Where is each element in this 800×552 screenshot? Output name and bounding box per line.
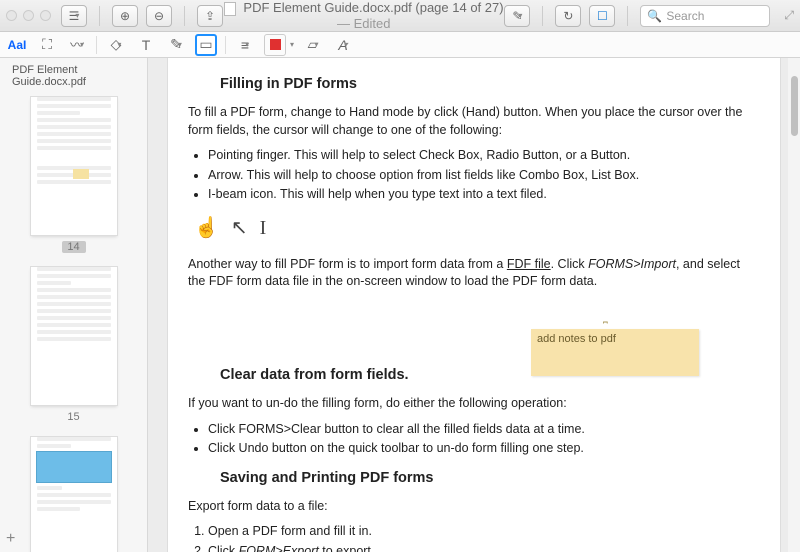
font-style-tool[interactable]: A▾: [332, 34, 354, 56]
markup-button[interactable]: ☐: [589, 5, 615, 27]
heading-filling: Filling in PDF forms: [220, 74, 756, 94]
page-content: Filling in PDF forms To fill a PDF form,…: [168, 58, 780, 552]
line-style-tool[interactable]: ≡▾: [234, 34, 256, 56]
highlight-button[interactable]: ✎▾: [504, 5, 530, 27]
window-controls: [6, 10, 51, 21]
list-item: Click Undo button on the quick toolbar t…: [208, 440, 756, 458]
note-tool[interactable]: ▭: [195, 34, 217, 56]
note-indicator-icon: [73, 169, 89, 179]
share-button[interactable]: ⇪: [197, 5, 223, 27]
window-titlebar: ☰▾ ⊕ ⊖ ⇪ PDF Element Guide.docx.pdf (pag…: [0, 0, 800, 32]
thumbnail-sidebar: PDF Element Guide.docx.pdf 14 15 +: [0, 58, 148, 552]
sign-tool[interactable]: ✎▾: [165, 34, 187, 56]
search-icon: 🔍: [647, 9, 662, 23]
scrollbar-thumb[interactable]: [791, 76, 798, 136]
list-item: Arrow. This will help to choose option f…: [208, 167, 756, 185]
cursor-list: Pointing finger. This will help to selec…: [208, 147, 756, 204]
thumbnail-page-16[interactable]: [31, 437, 117, 552]
page-number-15: 15: [8, 411, 139, 423]
sidebar-filename: PDF Element Guide.docx.pdf: [8, 62, 139, 94]
thumbnail-page-15[interactable]: [31, 267, 117, 405]
text-style-tool[interactable]: AaI: [6, 34, 28, 56]
page-number-14: 14: [62, 241, 86, 253]
clear-list: Click FORMS>Clear button to clear all th…: [208, 421, 756, 458]
rotate-button[interactable]: ↻: [555, 5, 581, 27]
note-anchor-icon: ⎴: [603, 321, 608, 336]
list-item: Pointing finger. This will help to selec…: [208, 147, 756, 165]
window-title: PDF Element Guide.docx.pdf (page 14 of 2…: [223, 0, 504, 31]
arrow-cursor-icon: ↖: [231, 214, 248, 242]
hand-cursor-icon: ☝: [194, 214, 219, 242]
edited-indicator: — Edited: [337, 16, 390, 31]
list-item: I-beam icon. This will help when you typ…: [208, 186, 756, 204]
sidebar-toggle-button[interactable]: ☰▾: [61, 5, 87, 27]
para-import: Another way to fill PDF form is to impor…: [188, 256, 756, 291]
list-item: Open a PDF form and fill it in.: [208, 523, 756, 541]
fullscreen-icon[interactable]: ⤢: [784, 8, 794, 23]
zoom-in-button[interactable]: ⊕: [112, 5, 138, 27]
annotation-toolbar: AaI ⛶ 〰▾ ◇▾ T ✎▾ ▭ ≡▾ ▾ ▱▾ A▾: [0, 32, 800, 58]
close-window-button[interactable]: [6, 10, 17, 21]
main-area: PDF Element Guide.docx.pdf 14 15 +: [0, 58, 800, 552]
search-placeholder: Search: [666, 9, 704, 23]
ibeam-cursor-icon: I: [260, 214, 267, 242]
sticky-note[interactable]: ⎴ add notes to pdf: [531, 329, 699, 376]
list-item: Click FORM>Export to export: [208, 543, 756, 552]
para-intro: To fill a PDF form, change to Hand mode …: [188, 104, 756, 139]
zoom-window-button[interactable]: [40, 10, 51, 21]
sketch-tool[interactable]: 〰▾: [66, 34, 88, 56]
para-export: Export form data to a file:: [188, 498, 756, 516]
shapes-tool[interactable]: ◇▾: [105, 34, 127, 56]
title-text: PDF Element Guide.docx.pdf (page 14 of 2…: [243, 0, 503, 15]
text-tool[interactable]: T: [135, 34, 157, 56]
cursor-icons: ☝ ↖ I: [194, 214, 756, 242]
select-tool[interactable]: ⛶: [36, 34, 58, 56]
document-viewport[interactable]: Filling in PDF forms To fill a PDF form,…: [148, 58, 800, 552]
zoom-out-button[interactable]: ⊖: [146, 5, 172, 27]
vertical-scrollbar[interactable]: [788, 58, 800, 552]
para-undo: If you want to un-do the filling form, d…: [188, 395, 756, 413]
minimize-window-button[interactable]: [23, 10, 34, 21]
border-color-tool[interactable]: [264, 34, 286, 56]
heading-saving: Saving and Printing PDF forms: [220, 468, 756, 488]
export-steps: Open a PDF form and fill it in. Click FO…: [208, 523, 756, 552]
search-field[interactable]: 🔍 Search: [640, 5, 770, 27]
fill-color-tool[interactable]: ▱▾: [302, 34, 324, 56]
document-icon: [224, 2, 236, 16]
list-item: Click FORMS>Clear button to clear all th…: [208, 421, 756, 439]
add-page-button[interactable]: +: [6, 530, 15, 548]
thumbnail-page-14[interactable]: [31, 97, 117, 235]
